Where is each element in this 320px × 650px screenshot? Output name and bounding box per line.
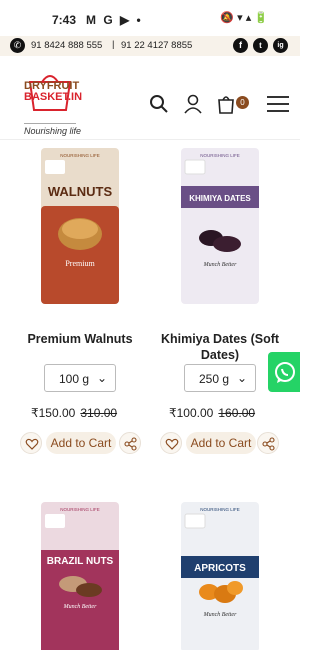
account-icon[interactable] xyxy=(183,94,203,114)
pack-subtitle: Munch Better xyxy=(63,604,97,610)
sale-price: ₹100.00 xyxy=(169,406,214,420)
whatsapp-icon xyxy=(275,362,295,383)
weight-select[interactable]: 100 g ⌄ xyxy=(44,364,116,392)
share-icon xyxy=(262,437,275,451)
add-to-cart-button[interactable]: Add to Cart xyxy=(186,432,256,454)
weight-select[interactable]: 250 g ⌄ xyxy=(184,364,256,392)
pack-title: KHIMIYA DATES xyxy=(189,194,251,203)
status-notification-icons: M G ▶ • xyxy=(86,13,143,27)
logo-text-line2[interactable]: BASKET.IN xyxy=(24,91,82,103)
hamburger-menu-icon[interactable] xyxy=(267,96,289,117)
product-image[interactable]: NOURISHING LIFE BRAZIL NUTS Munch Better xyxy=(39,500,121,650)
status-system-icons: 🔕 ▾ ▴ 🔋 xyxy=(220,12,268,24)
share-button[interactable] xyxy=(257,432,279,454)
pack-top-text: NOURISHING LIFE xyxy=(60,507,100,512)
heart-icon xyxy=(165,438,179,450)
heart-icon xyxy=(25,438,39,450)
wishlist-button[interactable] xyxy=(160,432,182,454)
pack-subtitle: Munch Better xyxy=(203,262,237,268)
pack-top-text: NOURISHING LIFE xyxy=(200,153,240,158)
sale-price: ₹150.00 xyxy=(31,406,76,420)
original-price: 160.00 xyxy=(218,406,256,420)
product-name[interactable]: Premium Walnuts xyxy=(10,331,150,347)
logo-divider xyxy=(24,123,76,124)
pack-top-text: NOURISHING LIFE xyxy=(200,507,240,512)
product-card-brazil-nuts: NOURISHING LIFE BRAZIL NUTS Munch Better xyxy=(10,495,150,650)
phone-icon: ✆ xyxy=(10,38,25,53)
share-icon xyxy=(124,437,137,451)
search-icon[interactable] xyxy=(149,94,169,114)
product-card-apricots: NOURISHING LIFE APRICOTS Munch Better xyxy=(150,495,290,650)
pack-subtitle: Premium xyxy=(65,259,95,268)
phone-number-1[interactable]: 91 8424 888 555 xyxy=(31,40,102,51)
cart-icon[interactable] xyxy=(216,94,236,114)
chevron-down-icon: ⌄ xyxy=(96,371,107,385)
chevron-down-icon: ⌄ xyxy=(236,371,247,385)
price-block: ₹150.00 310.00 xyxy=(31,406,117,420)
product-image[interactable]: NOURISHING LIFE APRICOTS Munch Better xyxy=(179,500,261,650)
pack-top-text: NOURISHING LIFE xyxy=(60,153,100,158)
product-card-khimiya-dates: NOURISHING LIFE KHIMIYA DATES Munch Bett… xyxy=(150,140,290,460)
pack-subtitle: Munch Better xyxy=(203,612,237,618)
logo-tagline: Nourishing life xyxy=(24,126,82,136)
weight-select-value: 250 g xyxy=(199,372,230,386)
add-to-cart-button[interactable]: Add to Cart xyxy=(46,432,116,454)
twitter-icon[interactable]: t xyxy=(253,38,268,53)
status-time: 7:43 xyxy=(52,13,77,27)
instagram-icon[interactable]: ig xyxy=(273,38,288,53)
share-button[interactable] xyxy=(119,432,141,454)
facebook-icon[interactable]: f xyxy=(233,38,248,53)
original-price: 310.00 xyxy=(80,406,118,420)
contact-bar: ✆ 91 8424 888 555 | 91 22 4127 8855 f t … xyxy=(0,36,300,56)
phone-separator: | xyxy=(112,39,115,50)
weight-select-value: 100 g xyxy=(59,372,90,386)
whatsapp-chat-button[interactable] xyxy=(268,352,300,392)
status-bar: 7:43 M G ▶ • 🔕 ▾ ▴ 🔋 xyxy=(0,0,300,36)
product-image[interactable]: NOURISHING LIFE KHIMIYA DATES Munch Bett… xyxy=(179,146,261,306)
pack-title: WALNUTS xyxy=(48,184,113,199)
price-block: ₹100.00 160.00 xyxy=(169,406,255,420)
product-image[interactable]: NOURISHING LIFE WALNUTS Premium xyxy=(39,146,121,306)
pack-title: BRAZIL NUTS xyxy=(47,556,114,567)
site-header: DRYFRUIT BASKET.IN Nourishing life 0 xyxy=(0,56,300,140)
pack-title: APRICOTS xyxy=(194,563,246,574)
wishlist-button[interactable] xyxy=(20,432,42,454)
cart-count-badge: 0 xyxy=(236,96,249,109)
phone-number-2[interactable]: 91 22 4127 8855 xyxy=(121,40,192,51)
product-card-walnuts: NOURISHING LIFE WALNUTS Premium Premium … xyxy=(10,140,150,460)
